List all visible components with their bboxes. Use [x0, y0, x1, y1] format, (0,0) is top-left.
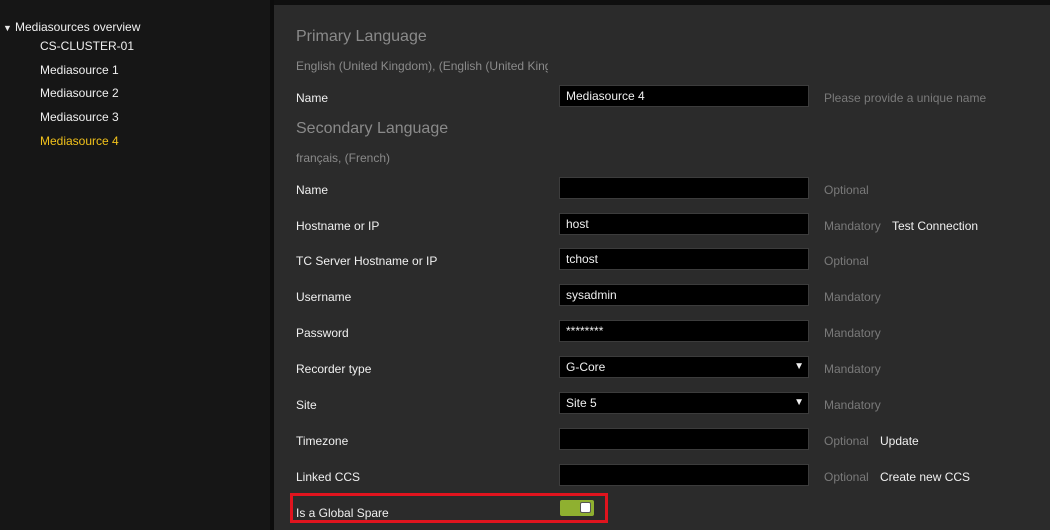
username-input[interactable] [559, 284, 809, 306]
global-spare-label: Is a Global Spare [296, 506, 389, 520]
username-label: Username [296, 290, 352, 304]
recorder-type-hint: Mandatory [824, 362, 881, 376]
secondary-name-input[interactable] [559, 177, 809, 199]
dropdown-arrow-icon: ▼ [794, 397, 804, 408]
site-label: Site [296, 398, 317, 412]
primary-name-hint: Please provide a unique name [824, 91, 987, 105]
site-select[interactable]: Site 5 ▼ [559, 392, 809, 414]
dropdown-arrow-icon: ▼ [794, 361, 804, 372]
mediasource-form: Primary Language English (United Kingdom… [274, 0, 1050, 530]
password-hint: Mandatory [824, 326, 881, 340]
timezone-label: Timezone [296, 434, 349, 448]
hostname-hint: Mandatory [824, 219, 881, 233]
primary-name-label: Name [296, 91, 329, 105]
password-input[interactable] [559, 320, 809, 342]
recorder-type-label: Recorder type [296, 362, 372, 376]
primary-language-title: Primary Language [296, 28, 427, 45]
timezone-hint: Optional [824, 434, 869, 448]
password-label: Password [296, 326, 349, 340]
primary-language-value: English (United Kingdom), (English (Unit… [296, 59, 548, 73]
recorder-type-value: G-Core [566, 360, 606, 374]
tc-hostname-label: TC Server Hostname or IP [296, 254, 438, 268]
primary-name-input[interactable] [559, 85, 809, 107]
sidebar: ▼ Mediasources overview CS-CLUSTER-01 Med… [0, 0, 270, 530]
caret-down-icon[interactable]: ▼ [3, 20, 15, 36]
linked-ccs-input[interactable] [559, 464, 809, 486]
username-hint: Mandatory [824, 290, 881, 304]
tree-root-mediasources-overview[interactable]: ▼ Mediasources overview [3, 19, 140, 35]
test-connection-button[interactable]: Test Connection [892, 219, 978, 233]
create-new-ccs-button[interactable]: Create new CCS [880, 470, 970, 484]
secondary-name-hint: Optional [824, 183, 869, 197]
tree-root-label: Mediasources overview [15, 20, 141, 34]
hostname-label: Hostname or IP [296, 219, 380, 233]
toggle-knob [580, 502, 591, 513]
tree-item-mediasource-1[interactable]: Mediasource 1 [40, 62, 119, 78]
secondary-name-label: Name [296, 183, 329, 197]
tree-item-mediasource-2[interactable]: Mediasource 2 [40, 85, 119, 101]
tree-item-cs-cluster-01[interactable]: CS-CLUSTER-01 [40, 38, 134, 54]
linked-ccs-hint: Optional [824, 470, 869, 484]
secondary-language-value: français, (French) [296, 151, 391, 165]
tree-item-mediasource-3[interactable]: Mediasource 3 [40, 109, 119, 125]
linked-ccs-label: Linked CCS [296, 470, 361, 484]
global-spare-toggle[interactable] [560, 500, 594, 516]
site-hint: Mandatory [824, 398, 881, 412]
tree-item-mediasource-4[interactable]: Mediasource 4 [40, 133, 119, 149]
hostname-input[interactable] [559, 213, 809, 235]
update-button[interactable]: Update [880, 434, 919, 448]
tc-hostname-hint: Optional [824, 254, 869, 268]
timezone-input[interactable] [559, 428, 809, 450]
top-bar [274, 0, 1050, 5]
secondary-language-title: Secondary Language [296, 120, 449, 137]
tc-hostname-input[interactable] [559, 248, 809, 270]
site-value: Site 5 [566, 396, 597, 410]
recorder-type-select[interactable]: G-Core ▼ [559, 356, 809, 378]
